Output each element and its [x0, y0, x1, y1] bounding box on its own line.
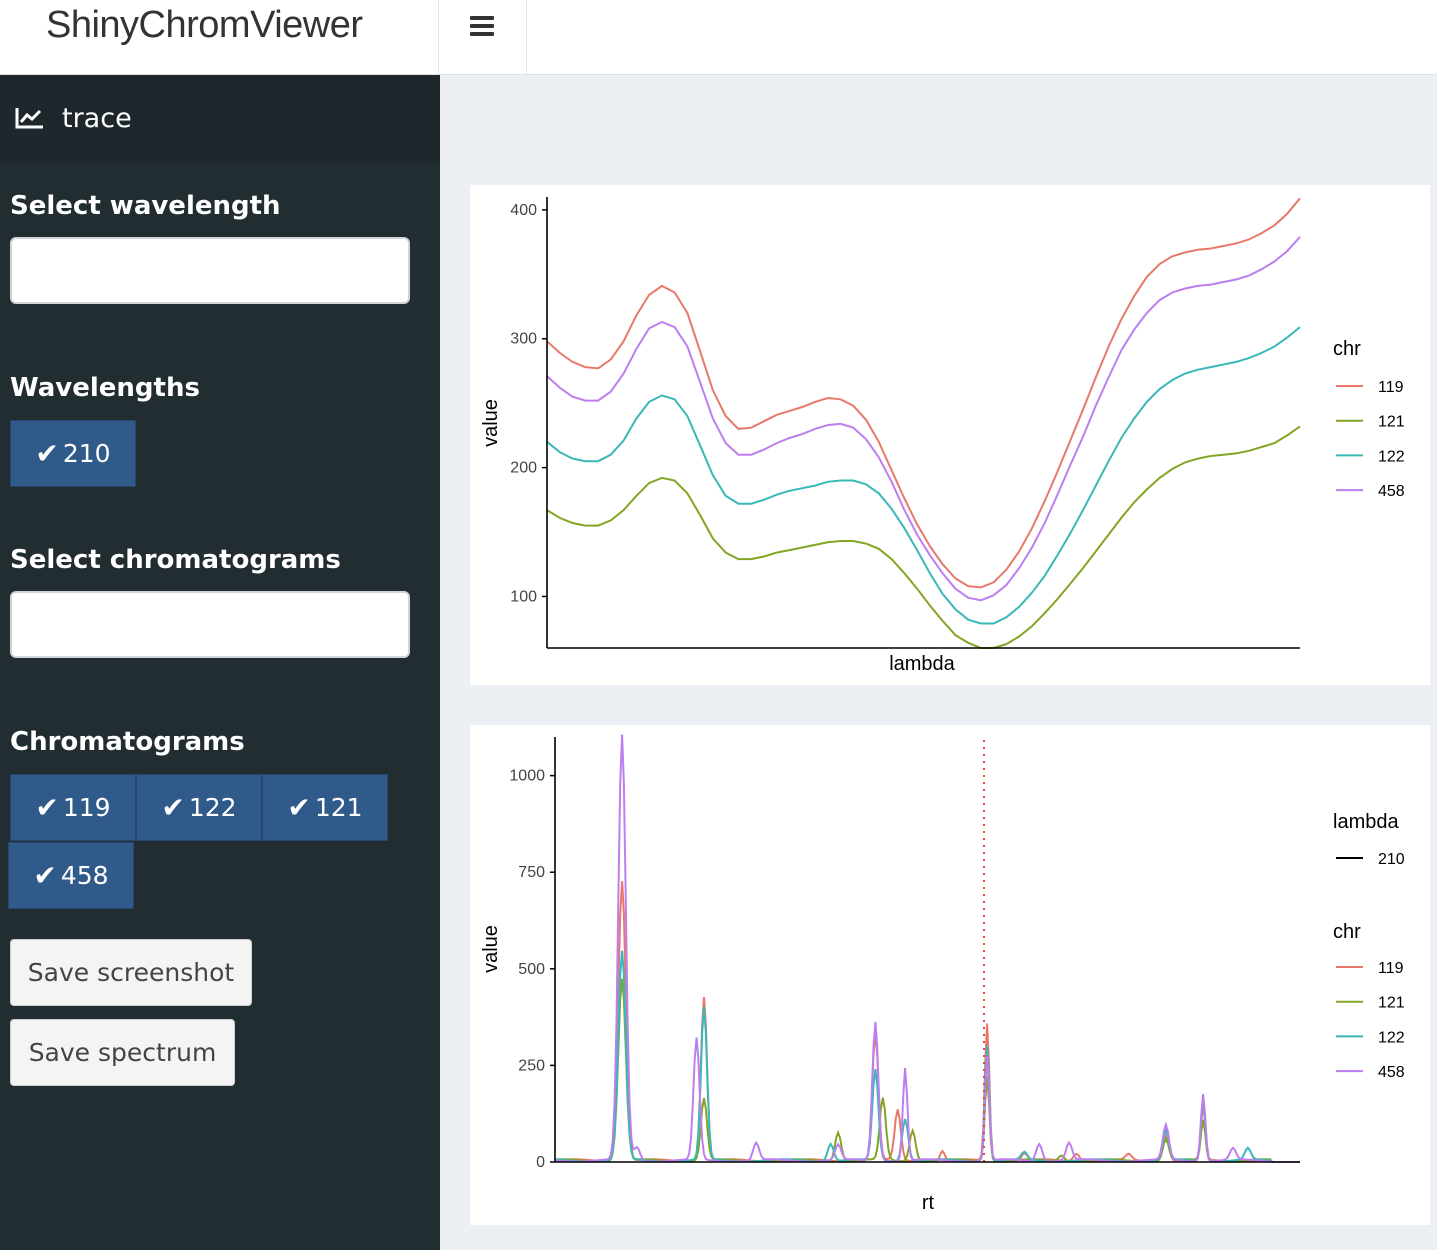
sidebar-item-label: trace [62, 103, 132, 134]
legend-title: chr [1333, 338, 1361, 360]
legend-label: 210 [1378, 851, 1405, 868]
y-tick-label: 400 [510, 202, 537, 219]
legend-lambda-item: 210 [1336, 851, 1405, 868]
wavelengths-label: Wavelengths [10, 373, 200, 403]
legend-item-119: 119 [1336, 960, 1404, 977]
legend-label: 121 [1378, 995, 1405, 1012]
legend-label: 458 [1378, 1064, 1405, 1081]
y-tick-label: 750 [518, 864, 545, 881]
y-tick-label: 300 [510, 331, 537, 348]
chip-label: 121 [314, 793, 363, 822]
chip-label: 458 [60, 861, 109, 890]
select-wavelength-label: Select wavelength [10, 191, 281, 221]
hamburger-icon-bar [470, 24, 494, 28]
y-tick-label: 0 [536, 1154, 545, 1171]
chromatogram-chip-119[interactable]: ✔ 119 [10, 774, 136, 841]
line-chart-icon [15, 108, 43, 129]
top-navbar: ShinyChromViewer [0, 0, 1437, 75]
legend-lambda-title: lambda [1333, 811, 1399, 833]
hamburger-icon [470, 16, 494, 20]
legend-label: 121 [1378, 414, 1405, 431]
series-line-122 [546, 326, 1301, 625]
chip-label: 119 [62, 793, 111, 822]
legend-label: 122 [1378, 448, 1405, 465]
x-axis-label: lambda [889, 653, 955, 675]
legend-label: 122 [1378, 1029, 1405, 1046]
series-line-458 [554, 734, 1300, 1163]
legend-item-458: 458 [1336, 483, 1405, 500]
series-line-458 [546, 236, 1301, 602]
legend-label: 119 [1378, 960, 1404, 977]
y-tick-label: 200 [510, 460, 537, 477]
select-wavelength-input[interactable] [10, 237, 410, 304]
y-tick-label: 250 [518, 1057, 545, 1074]
spectrum-plot-panel: 100 200 300 400 lambda value chr 119 121 122 4… [470, 185, 1430, 685]
save-spectrum-button[interactable]: Save spectrum [10, 1019, 235, 1086]
check-icon: ✔ [33, 859, 57, 892]
legend-item-122: 122 [1336, 448, 1405, 465]
legend: 119 121 122 458 [1336, 379, 1405, 500]
legend-item-121: 121 [1336, 414, 1405, 431]
check-icon: ✔ [35, 437, 59, 470]
chromatograms-label: Chromatograms [10, 727, 245, 757]
series-line-121 [554, 978, 1300, 1163]
check-icon: ✔ [35, 791, 59, 824]
check-icon: ✔ [287, 791, 311, 824]
trace-plot-panel: 0 250 500 750 1000 rt value lambda 210 chr 1… [470, 725, 1430, 1225]
check-icon: ✔ [161, 791, 185, 824]
legend-item-121: 121 [1336, 995, 1405, 1012]
hamburger-icon-bar [470, 32, 494, 36]
chromatogram-chip-458[interactable]: ✔ 458 [8, 842, 134, 909]
sidebar: trace Select wavelength Wavelengths ✔ 210… [0, 75, 440, 1250]
legend-label: 458 [1378, 483, 1405, 500]
select-chromatograms-label: Select chromatograms [10, 545, 341, 575]
legend: 119 121 122 458 [1336, 960, 1405, 1081]
wavelength-chip-210[interactable]: ✔ 210 [10, 420, 136, 487]
y-axis-label: value [480, 925, 502, 973]
select-chromatograms-input[interactable] [10, 591, 410, 658]
series-line-119 [554, 881, 1300, 1163]
save-screenshot-button[interactable]: Save screenshot [10, 939, 252, 1006]
legend-item-458: 458 [1336, 1064, 1405, 1081]
y-tick-label: 1000 [509, 768, 545, 785]
chromatogram-chip-122[interactable]: ✔ 122 [136, 774, 262, 841]
legend-label: 119 [1378, 379, 1404, 396]
y-tick-label: 100 [510, 588, 537, 605]
legend-item-122: 122 [1336, 1029, 1405, 1046]
sidebar-toggle-button[interactable] [439, 0, 527, 75]
trace-chart[interactable]: 0 250 500 750 1000 rt value lambda 210 chr 1… [470, 725, 1430, 1225]
series-line-122 [554, 950, 1300, 1163]
legend-item-119: 119 [1336, 379, 1404, 396]
chip-label: 210 [62, 439, 111, 468]
chip-label: 122 [188, 793, 237, 822]
chromatogram-chip-121[interactable]: ✔ 121 [262, 774, 388, 841]
series-line-119 [546, 197, 1301, 589]
sidebar-item-trace[interactable]: trace [0, 75, 440, 163]
y-axis-label: value [480, 399, 502, 447]
spectrum-chart[interactable]: 100 200 300 400 lambda value chr 119 121 122 4… [470, 185, 1430, 685]
app-title: ShinyChromViewer [46, 4, 363, 46]
app-logo: ShinyChromViewer [0, 0, 439, 75]
legend-title: chr [1333, 921, 1361, 943]
x-axis-label: rt [922, 1192, 935, 1214]
y-tick-label: 500 [518, 961, 545, 978]
